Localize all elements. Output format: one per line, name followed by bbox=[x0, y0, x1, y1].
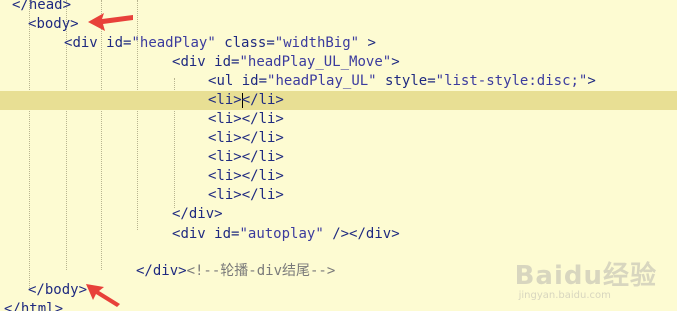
li-open-tag: <li> bbox=[208, 92, 242, 108]
code-line[interactable]: <ul id="headPlay_UL" style="list-style:d… bbox=[0, 72, 677, 91]
tag-name: body bbox=[36, 16, 71, 32]
attribute-value: "widthBig" bbox=[274, 35, 360, 51]
html-comment: <!--轮播-div结尾--> bbox=[186, 263, 336, 279]
tag-name: head bbox=[28, 0, 63, 13]
closing-div-tag: </div> bbox=[136, 263, 187, 279]
code-line[interactable]: </div> bbox=[0, 205, 677, 224]
closing-tag-head: </ bbox=[12, 0, 29, 13]
tag-name: div bbox=[72, 35, 98, 51]
tag-bracket: /></div> bbox=[323, 226, 400, 242]
code-line[interactable]: <div id="headPlay_UL_Move"> bbox=[0, 53, 677, 72]
annotation-arrow-icon bbox=[86, 284, 120, 307]
li-element: <li></li> bbox=[208, 149, 284, 165]
annotation-arrow-icon bbox=[88, 13, 133, 31]
attribute-name: id bbox=[106, 35, 124, 51]
tag-name: ul bbox=[216, 73, 234, 89]
code-line[interactable]: <li></li> bbox=[0, 110, 677, 129]
li-element: <li></li> bbox=[208, 168, 284, 184]
li-close-tag: </li> bbox=[241, 92, 284, 108]
code-line[interactable]: <li></li> bbox=[0, 167, 677, 186]
active-code-line[interactable]: <li></li> bbox=[0, 91, 677, 111]
attribute-value: "headPlay" bbox=[131, 35, 216, 51]
tag-bracket: > bbox=[391, 54, 400, 70]
closing-body-tag: </body> bbox=[28, 282, 88, 298]
code-line[interactable]: <li></li> bbox=[0, 186, 677, 205]
code-line[interactable]: <li></li> bbox=[0, 129, 677, 148]
tag-name: div bbox=[180, 226, 206, 242]
li-element: <li></li> bbox=[208, 130, 284, 146]
closing-div-tag: </div> bbox=[172, 206, 223, 222]
li-element: <li></li> bbox=[208, 111, 284, 127]
attribute-name: style bbox=[385, 73, 428, 89]
code-line[interactable]: <div id="autoplay" /></div> bbox=[0, 225, 677, 244]
attribute-name: id bbox=[214, 54, 232, 70]
code-line[interactable]: <div id="headPlay" class="widthBig" > bbox=[0, 34, 677, 53]
code-editor[interactable]: </head> <body> <div id="headPlay" class=… bbox=[0, 0, 677, 311]
tag-name: div bbox=[180, 54, 206, 70]
attribute-value: "autoplay" bbox=[239, 226, 324, 242]
tag-bracket: > bbox=[587, 73, 596, 89]
baidu-watermark: Baidu经验 jingyan.baidu.com bbox=[515, 255, 657, 301]
code-line[interactable]: <li></li> bbox=[0, 148, 677, 167]
li-element: <li></li> bbox=[208, 187, 284, 203]
attribute-value: "list-style:disc;" bbox=[435, 73, 588, 89]
closing-html-tag: </html> bbox=[4, 301, 64, 311]
attribute-name: id bbox=[214, 226, 232, 242]
attribute-name: id bbox=[241, 73, 259, 89]
attribute-value: "headPlay_UL_Move" bbox=[239, 54, 392, 70]
tag-bracket: > bbox=[359, 35, 376, 51]
attribute-name: class bbox=[224, 35, 267, 51]
tag-bracket: > bbox=[62, 0, 72, 13]
watermark-logo: Baidu经验 bbox=[514, 261, 657, 291]
attribute-value: "headPlay_UL" bbox=[267, 73, 377, 89]
tag-bracket: > bbox=[70, 16, 79, 32]
